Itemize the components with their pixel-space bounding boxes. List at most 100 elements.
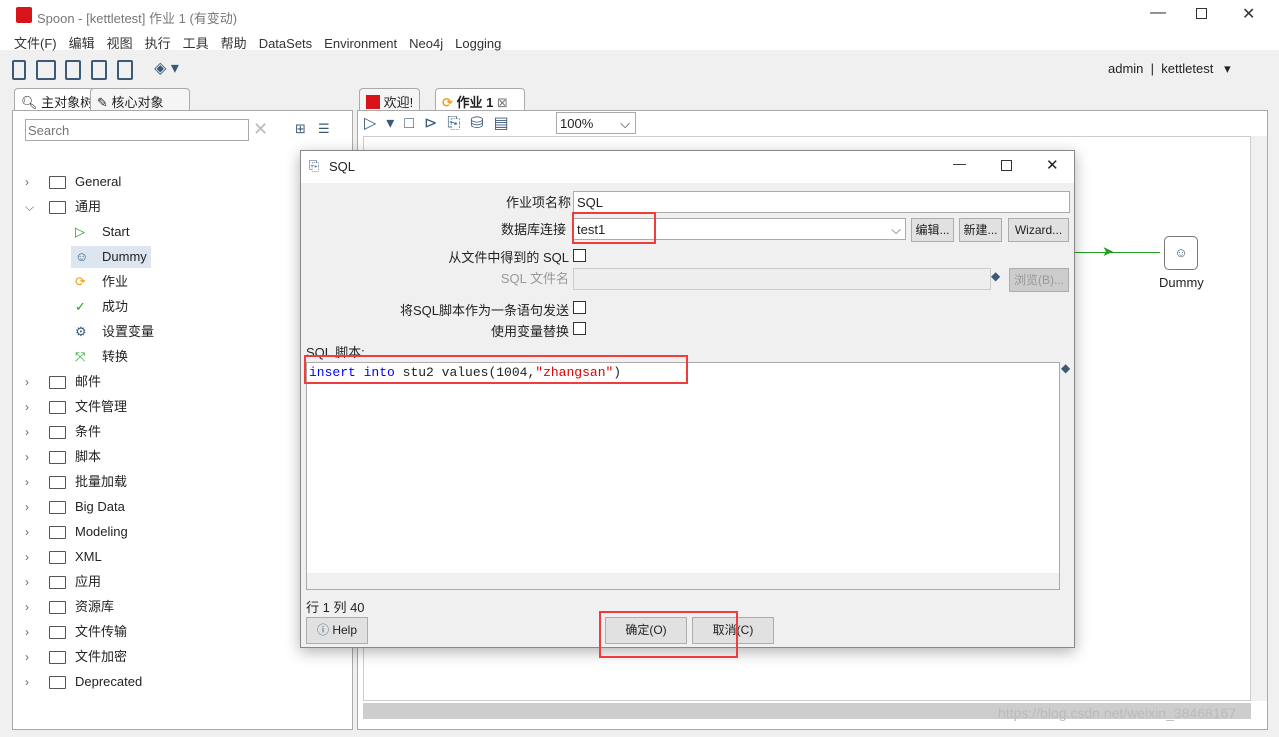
editor-hscrollbar[interactable] — [307, 573, 1059, 589]
clear-search-icon[interactable]: ✕ — [253, 119, 268, 140]
menu-help[interactable]: 帮助 — [221, 33, 247, 52]
menu-edit[interactable]: 编辑 — [69, 33, 95, 52]
close-tab-icon[interactable]: ⊠ — [497, 95, 508, 110]
name-input[interactable]: SQL — [573, 191, 1070, 213]
tree-item[interactable]: › 文件管理 — [13, 396, 343, 418]
new-file-icon[interactable] — [12, 59, 26, 80]
single-stmt-checkbox[interactable] — [573, 301, 586, 314]
tree-item[interactable]: › Big Data — [13, 496, 343, 518]
menu-datasets[interactable]: DataSets — [259, 36, 312, 51]
user-label[interactable]: admin | kettletest ▾ — [1108, 61, 1231, 77]
chevron-right-icon[interactable]: › — [25, 546, 29, 568]
close-button[interactable]: ✕ — [1242, 4, 1255, 24]
chevron-right-icon[interactable]: › — [25, 646, 29, 668]
tree-item-label: Deprecated — [75, 674, 143, 689]
maximize-button[interactable] — [1196, 8, 1207, 19]
tree-item[interactable]: ⤧ 转换 — [13, 346, 343, 368]
folder-icon — [49, 626, 66, 639]
tree-item-label: 资源库 — [75, 599, 115, 614]
tree-item[interactable]: ✓ 成功 — [13, 296, 343, 318]
dialog-maximize-button[interactable] — [1001, 160, 1012, 171]
tab-job-1[interactable]: ⟳ 作业 1 ⊠ — [435, 88, 525, 110]
folder-icon — [49, 451, 66, 464]
menu-tools[interactable]: 工具 — [183, 33, 209, 52]
tree-item[interactable]: ☺ Dummy — [71, 246, 151, 268]
tree-item[interactable]: › 资源库 — [13, 596, 343, 618]
chevron-right-icon[interactable]: › — [25, 471, 29, 493]
new-button[interactable]: 新建... — [959, 218, 1002, 242]
stop-icon[interactable]: □ — [404, 115, 424, 132]
tree-item[interactable]: › Deprecated — [13, 671, 343, 693]
chevron-right-icon[interactable]: › — [25, 171, 29, 193]
folder-icon — [49, 601, 66, 614]
chevron-right-icon[interactable]: › — [25, 571, 29, 593]
dialog-minimize-button[interactable]: — — [953, 156, 966, 171]
tab-welcome[interactable]: 欢迎! — [359, 88, 421, 110]
edit-button[interactable]: 编辑... — [911, 218, 954, 242]
chevron-right-icon[interactable]: › — [25, 396, 29, 418]
tree-item[interactable]: ⟳ 作业 — [13, 271, 343, 293]
chevron-right-icon[interactable]: › — [25, 371, 29, 393]
layers-icon[interactable]: ◈ ▾ — [154, 60, 179, 77]
tree-item-label: Big Data — [75, 499, 125, 514]
script-icon[interactable]: ⎘ — [447, 115, 470, 132]
tree-item[interactable]: › General — [13, 171, 343, 193]
menu-view[interactable]: 视图 — [107, 33, 133, 52]
vertical-scrollbar[interactable] — [1251, 136, 1267, 701]
dialog-close-button[interactable]: ✕ — [1046, 156, 1059, 174]
dummy-node[interactable]: ☺ — [1164, 236, 1198, 270]
sql-dialog: ⎘ SQL — ✕ 作业项名称 SQL 数据库连接 test1 ⌵ 编辑... 新… — [300, 150, 1075, 648]
chevron-right-icon[interactable]: › — [25, 496, 29, 518]
tree-item-label: 条件 — [75, 424, 102, 439]
folder-icon — [49, 526, 66, 539]
chevron-right-icon[interactable]: › — [25, 421, 29, 443]
tree-item[interactable]: ⌵ 通用 — [13, 196, 343, 218]
chevron-right-icon[interactable]: › — [25, 621, 29, 643]
expand-tree-icon[interactable]: ☰ — [318, 121, 330, 137]
tree-item[interactable]: › 邮件 — [13, 371, 343, 393]
file-label: SQL 文件名 — [500, 271, 569, 286]
menu-neo4j[interactable]: Neo4j — [409, 36, 443, 51]
open-file-icon[interactable] — [35, 59, 56, 80]
minimize-button[interactable]: — — [1150, 4, 1166, 22]
search-input[interactable] — [25, 119, 249, 141]
menu-environment[interactable]: Environment — [324, 36, 397, 51]
tree-item[interactable]: › XML — [13, 546, 343, 568]
chevron-right-icon[interactable]: › — [25, 521, 29, 543]
tree-item[interactable]: › 条件 — [13, 421, 343, 443]
var-sub-checkbox[interactable] — [573, 322, 586, 335]
preview-icon[interactable]: ⊳ — [424, 115, 447, 132]
sql-icon[interactable]: ▤ — [494, 115, 519, 132]
run-icon[interactable]: ▷▾ — [364, 115, 404, 132]
tree-item[interactable]: › Modeling — [13, 521, 343, 543]
collapse-tree-icon[interactable]: ⊞ — [295, 121, 306, 137]
zoom-select[interactable]: 100% ⌵ — [556, 112, 636, 134]
dummy-node-label: Dummy — [1159, 275, 1204, 290]
chevron-right-icon[interactable]: › — [25, 596, 29, 618]
menu-logging[interactable]: Logging — [455, 36, 501, 51]
tab-core-objects[interactable]: ✎ 核心对象 — [90, 88, 190, 110]
chevron-right-icon[interactable]: › — [25, 671, 29, 693]
folder-icon — [49, 576, 66, 589]
help-button[interactable]: ⓘ Help — [306, 617, 368, 644]
save-as-icon[interactable] — [116, 59, 133, 80]
tree-item[interactable]: › 批量加载 — [13, 471, 343, 493]
tree-item[interactable]: › 文件传输 — [13, 621, 343, 643]
chevron-right-icon[interactable]: › — [25, 446, 29, 468]
menu-run[interactable]: 执行 — [145, 33, 171, 52]
tree-item[interactable]: › 文件加密 — [13, 646, 343, 668]
folder-icon — [49, 551, 66, 564]
sql-script-editor[interactable]: insert into stu2 values(1004,"zhangsan") — [306, 362, 1060, 590]
check-db-icon[interactable]: ⛁ — [470, 115, 493, 132]
tree-item[interactable]: › 脚本 — [13, 446, 343, 468]
tab-main-tree[interactable]: 🔍︎ 主对象树 — [14, 88, 101, 110]
explore-repo-icon[interactable] — [65, 59, 82, 80]
wizard-button[interactable]: Wizard... — [1008, 218, 1069, 242]
from-file-checkbox[interactable] — [573, 249, 586, 262]
tree-item[interactable]: ⚙ 设置变量 — [13, 321, 343, 343]
tree-item[interactable]: › 应用 — [13, 571, 343, 593]
menu-file[interactable]: 文件(F) — [14, 33, 57, 52]
save-icon[interactable] — [90, 59, 107, 80]
tree-item[interactable]: ▷ Start — [13, 221, 343, 243]
chevron-down-icon[interactable]: ⌵ — [25, 196, 34, 218]
